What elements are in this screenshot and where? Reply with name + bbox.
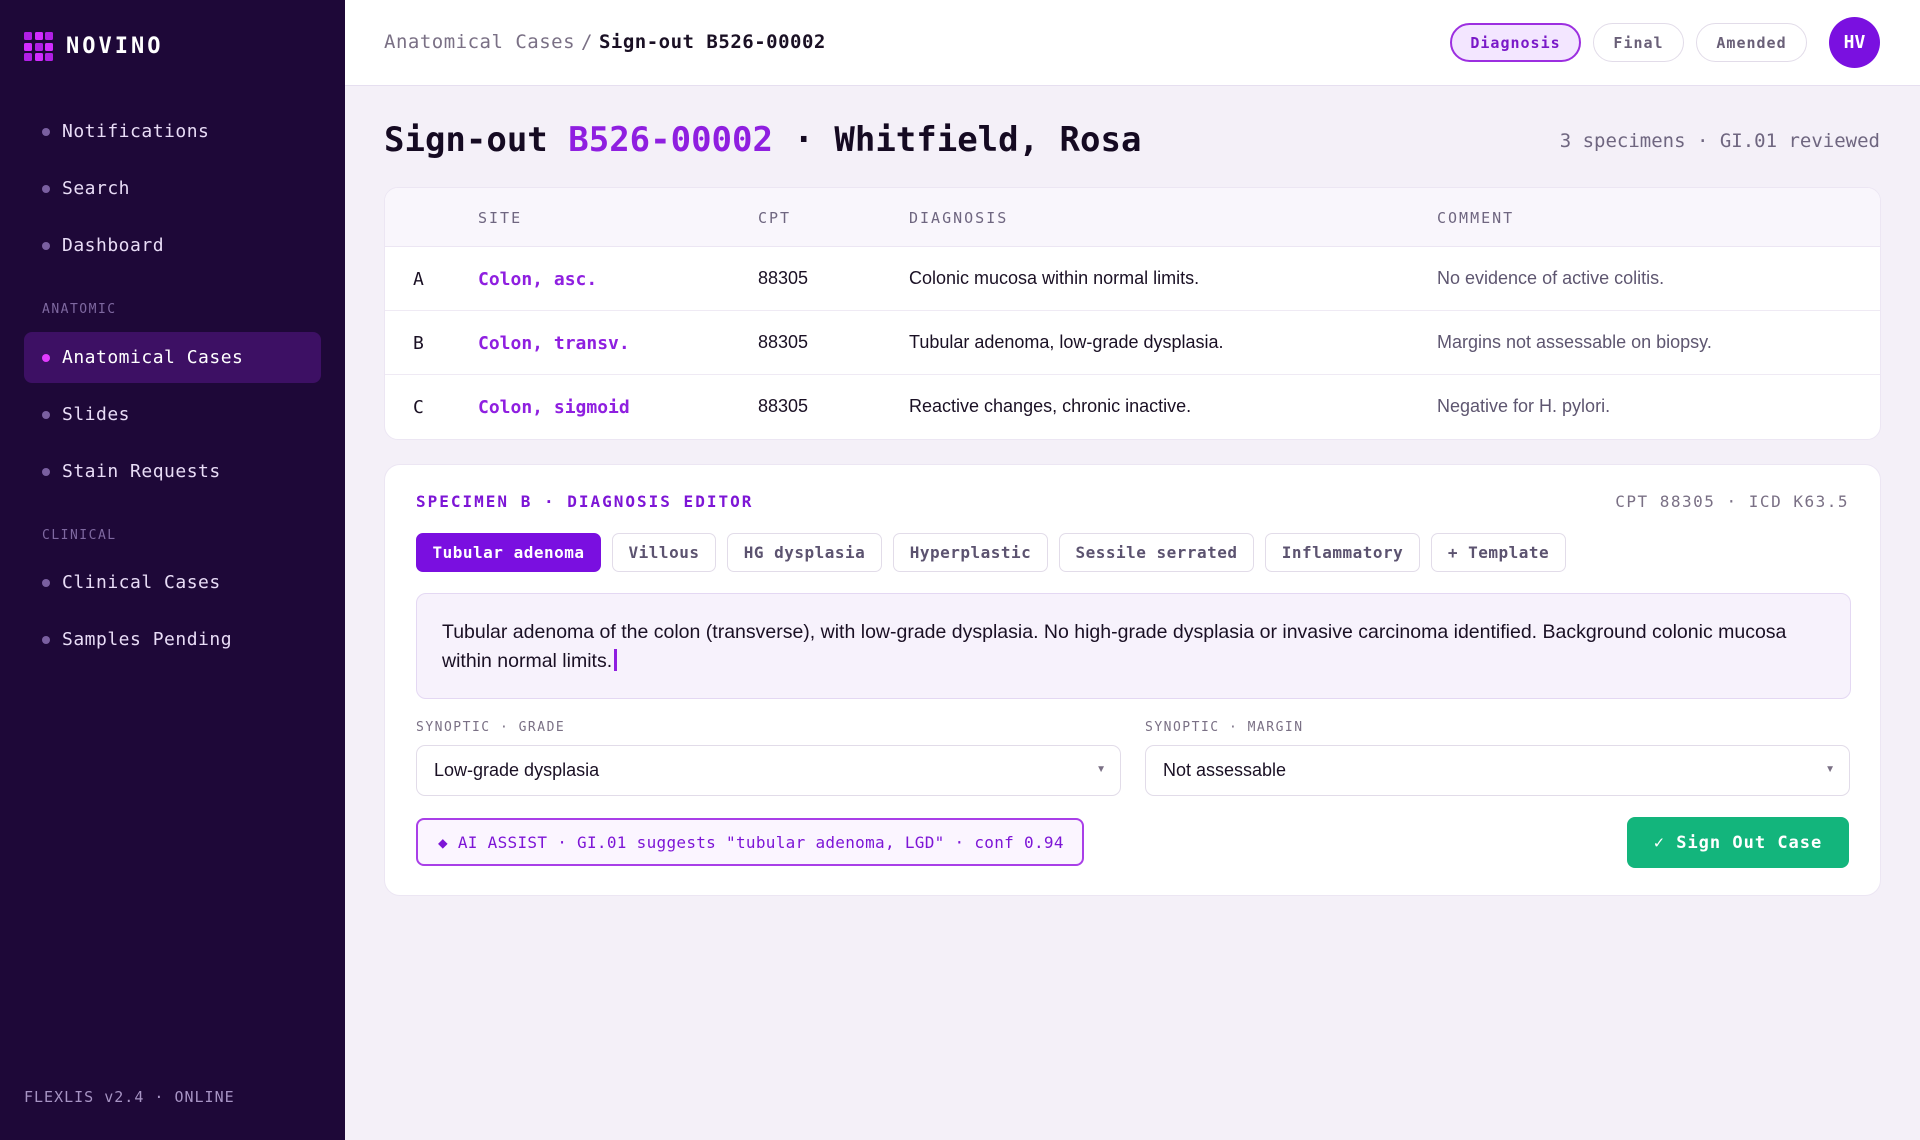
sidebar-item-samples-pending[interactable]: Samples Pending xyxy=(24,614,321,665)
ai-assist-suggestion[interactable]: ◆ AI ASSIST · GI.01 suggests "tubular ad… xyxy=(416,818,1084,866)
sidebar-item-clinical-cases[interactable]: Clinical Cases xyxy=(24,557,321,608)
bullet-icon xyxy=(42,184,50,193)
column-header-diagnosis: DIAGNOSIS xyxy=(909,209,1009,227)
bullet-icon xyxy=(42,410,50,419)
sidebar-item-dashboard[interactable]: Dashboard xyxy=(24,220,321,271)
specimen-cpt: 88305 xyxy=(758,396,809,416)
specimen-comment: Negative for H. pylori. xyxy=(1437,396,1611,416)
specimen-diagnosis: Reactive changes, chronic inactive. xyxy=(909,396,1192,416)
column-header-comment: COMMENT xyxy=(1437,209,1515,227)
specimen-diagnosis: Colonic mucosa within normal limits. xyxy=(909,268,1200,288)
table-row[interactable]: B Colon, transv. 88305 Tubular adenoma, … xyxy=(385,311,1880,375)
app-version-status: FLEXLIS v2.4 · ONLINE xyxy=(24,1088,235,1106)
chip-sessile-serrated[interactable]: Sessile serrated xyxy=(1059,533,1254,572)
specimen-diagnosis: Tubular adenoma, low-grade dysplasia. xyxy=(909,332,1224,352)
status-tab-diagnosis[interactable]: Diagnosis xyxy=(1450,23,1581,62)
status-tab-final[interactable]: Final xyxy=(1593,23,1684,62)
sidebar-item-label: Search xyxy=(62,178,131,199)
app-name: NOVINO xyxy=(66,34,164,59)
sidebar-item-label: Dashboard xyxy=(62,235,165,256)
chevron-down-icon: ▼ xyxy=(1825,764,1835,775)
specimen-letter: A xyxy=(413,269,424,290)
specimen-site[interactable]: Colon, asc. xyxy=(478,269,597,290)
grade-select[interactable]: Low-grade dysplasia ▼ xyxy=(416,745,1121,796)
bullet-icon xyxy=(42,241,50,250)
sidebar-item-notifications[interactable]: Notifications xyxy=(24,106,321,157)
sidebar-item-label: Stain Requests xyxy=(62,461,221,482)
user-avatar[interactable]: HV xyxy=(1829,17,1880,68)
sign-out-case-button[interactable]: ✓ Sign Out Case xyxy=(1627,817,1849,868)
sidebar-item-label: Slides xyxy=(62,404,131,425)
case-summary: 3 specimens · GI.01 reviewed xyxy=(1559,130,1880,152)
chip-hyperplastic[interactable]: Hyperplastic xyxy=(893,533,1048,572)
diagnosis-editor: SPECIMEN B · DIAGNOSIS EDITOR CPT 88305 … xyxy=(384,464,1881,896)
sidebar-item-slides[interactable]: Slides xyxy=(24,389,321,440)
grid-logo-icon xyxy=(24,32,53,61)
grade-label: SYNOPTIC · GRADE xyxy=(416,720,566,735)
case-id: B526-00002 xyxy=(568,120,773,160)
page-title-prefix: Sign-out xyxy=(384,120,548,160)
nav-section-clinical: CLINICAL xyxy=(42,528,117,543)
table-row[interactable]: A Colon, asc. 88305 Colonic mucosa withi… xyxy=(385,247,1880,311)
nav-section-anatomic: ANATOMIC xyxy=(42,302,117,317)
sidebar-item-label: Clinical Cases xyxy=(62,572,221,593)
breadcrumb-parent-link[interactable]: Anatomical Cases xyxy=(384,31,575,53)
sidebar-item-stain-requests[interactable]: Stain Requests xyxy=(24,446,321,497)
sidebar-item-label: Anatomical Cases xyxy=(62,347,244,368)
specimen-cpt: 88305 xyxy=(758,268,809,288)
specimen-comment: Margins not assessable on biopsy. xyxy=(1437,332,1712,352)
specimen-comment: No evidence of active colitis. xyxy=(1437,268,1665,288)
specimen-site[interactable]: Colon, transv. xyxy=(478,333,630,354)
margin-label: SYNOPTIC · MARGIN xyxy=(1145,720,1304,735)
sidebar-item-label: Notifications xyxy=(62,121,210,142)
chip-inflammatory[interactable]: Inflammatory xyxy=(1265,533,1420,572)
topbar: Anatomical Cases / Sign-out B526-00002 Dia… xyxy=(345,0,1920,86)
bullet-icon xyxy=(42,353,50,362)
breadcrumb-separator: / xyxy=(581,31,593,53)
sidebar-item-anatomical-cases[interactable]: Anatomical Cases xyxy=(24,332,321,383)
chip-villous[interactable]: Villous xyxy=(612,533,716,572)
table-header: SITE CPT DIAGNOSIS COMMENT xyxy=(385,188,1880,247)
bullet-icon xyxy=(42,635,50,644)
status-tab-amended[interactable]: Amended xyxy=(1696,23,1807,62)
diagnosis-textarea[interactable]: Tubular adenoma of the colon (transverse… xyxy=(416,593,1851,699)
editor-title: SPECIMEN B · DIAGNOSIS EDITOR xyxy=(416,492,754,511)
bullet-icon xyxy=(42,578,50,587)
bullet-icon xyxy=(42,127,50,136)
page-title: Sign-out B526-00002 · Whitfield, Rosa xyxy=(384,120,1141,160)
bullet-icon xyxy=(42,467,50,476)
editor-codes: CPT 88305 · ICD K63.5 xyxy=(1615,492,1849,511)
patient-name: · Whitfield, Rosa xyxy=(793,120,1142,160)
specimen-letter: C xyxy=(413,397,424,418)
column-header-site: SITE xyxy=(478,209,523,227)
specimen-letter: B xyxy=(413,333,424,354)
table-row[interactable]: C Colon, sigmoid 88305 Reactive changes,… xyxy=(385,375,1880,439)
chip-tubular-adenoma[interactable]: Tubular adenoma xyxy=(416,533,601,572)
diagnosis-text: Tubular adenoma of the colon (transverse… xyxy=(442,621,1787,672)
column-header-cpt: CPT xyxy=(758,209,792,227)
breadcrumb-current: Sign-out B526-00002 xyxy=(598,31,826,53)
sidebar-item-search[interactable]: Search xyxy=(24,163,321,214)
specimen-site[interactable]: Colon, sigmoid xyxy=(478,397,630,418)
margin-select[interactable]: Not assessable ▼ xyxy=(1145,745,1850,796)
margin-value: Not assessable xyxy=(1163,760,1287,780)
specimen-cpt: 88305 xyxy=(758,332,809,352)
grade-value: Low-grade dysplasia xyxy=(434,760,600,780)
text-cursor xyxy=(614,649,618,671)
sidebar: NOVINO Notifications Search Dashboard AN… xyxy=(0,0,345,1140)
app-logo[interactable]: NOVINO xyxy=(24,32,163,61)
sidebar-item-label: Samples Pending xyxy=(62,629,233,650)
chip-hg-dysplasia[interactable]: HG dysplasia xyxy=(727,533,882,572)
specimens-table: SITE CPT DIAGNOSIS COMMENT A Colon, asc.… xyxy=(384,187,1881,440)
add-template-button[interactable]: + Template xyxy=(1431,533,1566,572)
chevron-down-icon: ▼ xyxy=(1096,764,1106,775)
breadcrumb: Anatomical Cases / Sign-out B526-00002 xyxy=(384,31,826,53)
